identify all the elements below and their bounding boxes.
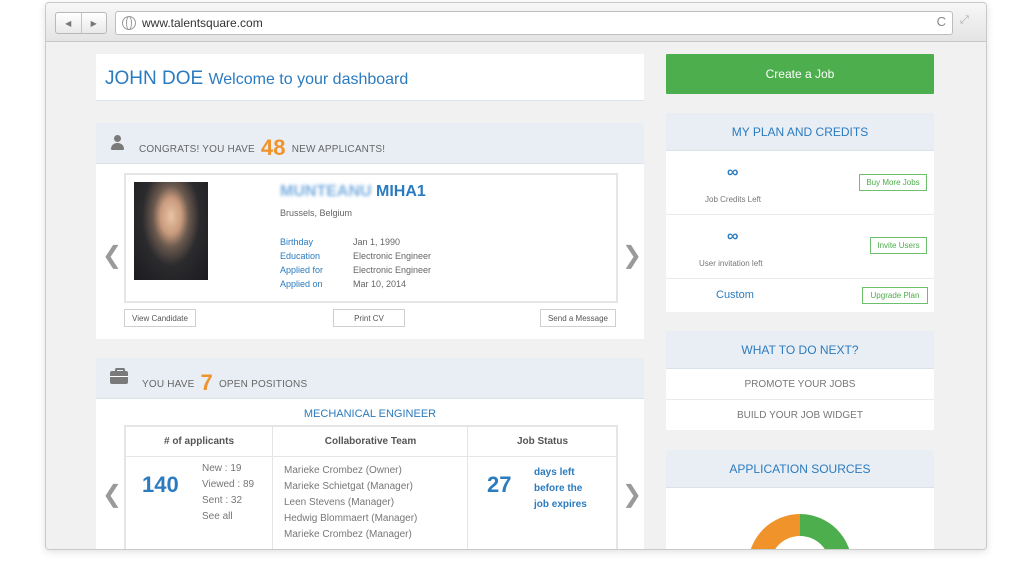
buy-more-jobs-button[interactable]: Buy More Jobs	[859, 174, 927, 191]
positions-count: 7	[200, 370, 213, 395]
back-icon[interactable]: ◀	[56, 13, 81, 33]
days-left-count: 27	[487, 472, 512, 497]
person-icon	[110, 135, 124, 150]
dashboard-content: JOHN DOE Welcome to your dashboard Creat…	[46, 42, 986, 549]
candidate-first-name: MIHA1	[376, 183, 426, 200]
send-message-button[interactable]: Send a Message	[540, 309, 616, 327]
applicants-heading: CONGRATS! YOU HAVE 48 NEW APPLICANTS!	[139, 135, 385, 161]
infinity-icon: ∞	[727, 164, 739, 181]
job-credits-label: Job Credits Left	[705, 195, 762, 204]
donut-segment-green	[800, 514, 850, 549]
days-left-line: before the	[534, 483, 583, 494]
applicants-suffix: NEW APPLICANTS!	[291, 144, 386, 155]
welcome-message: Welcome to your dashboard	[208, 71, 409, 88]
forward-icon[interactable]: ▶	[80, 13, 107, 33]
position-table: # of applicants 140 New : 19 Viewed : 89…	[124, 425, 618, 549]
team-member: Marieke Crombez (Owner)	[284, 465, 402, 476]
candidate-name[interactable]: MUNTEANU MIHA1	[280, 183, 426, 201]
donut-segment-orange	[750, 514, 800, 549]
view-candidate-button[interactable]: View Candidate	[124, 309, 196, 327]
build-widget-link[interactable]: BUILD YOUR JOB WIDGET	[666, 400, 934, 430]
browser-window: ◀ ▶ www.talentsquare.com C ⤢ JOHN DOE We…	[45, 2, 987, 550]
reload-icon[interactable]: C	[937, 14, 946, 29]
job-credits-row: ∞ Job Credits Left Buy More Jobs	[666, 151, 934, 215]
plan-credits-card: MY PLAN AND CREDITS ∞ Job Credits Left B…	[666, 113, 934, 312]
browser-toolbar: ◀ ▶ www.talentsquare.com C ⤢	[46, 3, 986, 42]
chevron-left-icon[interactable]: ❮	[102, 241, 122, 270]
positions-prefix: YOU HAVE	[142, 379, 195, 390]
detail-value: Electronic Engineer	[353, 251, 432, 261]
stat-new: New : 19	[202, 463, 242, 474]
detail-label: Birthday	[280, 237, 314, 247]
applicants-prefix: CONGRATS! YOU HAVE	[139, 144, 255, 155]
candidate-photo	[134, 182, 208, 280]
days-left-text: days left before the job expires	[534, 465, 587, 513]
sources-donut-chart	[750, 514, 850, 549]
address-bar[interactable]: www.talentsquare.com C	[115, 11, 953, 35]
see-all-link[interactable]: See all	[202, 511, 233, 522]
team-member: Hedwig Blommaert (Manager)	[284, 513, 418, 524]
chevron-right-icon[interactable]: ❯	[622, 480, 642, 509]
plan-title: MY PLAN AND CREDITS	[666, 113, 934, 151]
invite-users-button[interactable]: Invite Users	[870, 237, 927, 254]
url-text: www.talentsquare.com	[142, 16, 263, 30]
applicants-column: # of applicants 140 New : 19 Viewed : 89…	[126, 427, 272, 549]
team-column: Collaborative Team Marieke Crombez (Owne…	[272, 427, 468, 549]
position-title[interactable]: MECHANICAL ENGINEER	[96, 408, 644, 420]
print-cv-button[interactable]: Print CV	[333, 309, 405, 327]
globe-icon	[122, 16, 136, 30]
column-header: # of applicants	[126, 427, 272, 457]
nav-buttons: ◀ ▶	[55, 12, 107, 34]
applicants-total: 140	[142, 472, 179, 497]
detail-label: Applied for	[280, 265, 324, 275]
column-header: Job Status	[468, 427, 617, 457]
positions-header: YOU HAVE 7 OPEN POSITIONS	[96, 358, 644, 399]
detail-label: Education	[280, 251, 321, 261]
next-steps-title: WHAT TO DO NEXT?	[666, 331, 934, 369]
briefcase-icon	[110, 368, 128, 384]
team-member: Marieke Schietgat (Manager)	[284, 481, 413, 492]
team-member: Marieke Crombez (Manager)	[284, 529, 412, 540]
applicants-header: CONGRATS! YOU HAVE 48 NEW APPLICANTS!	[96, 123, 644, 164]
upgrade-plan-button[interactable]: Upgrade Plan	[862, 287, 928, 304]
invitations-label: User invitation left	[699, 259, 763, 268]
welcome-card: JOHN DOE Welcome to your dashboard	[96, 54, 644, 101]
detail-value: Electronic Engineer	[353, 265, 432, 275]
column-header: Collaborative Team	[273, 427, 468, 457]
candidate-last-name: MUNTEANU	[280, 183, 372, 200]
new-applicants-card: CONGRATS! YOU HAVE 48 NEW APPLICANTS! ❮ …	[96, 123, 644, 339]
stat-sent: Sent : 32	[202, 495, 243, 506]
page-title: JOHN DOE Welcome to your dashboard	[105, 68, 408, 90]
plan-row: Custom Upgrade Plan	[666, 279, 934, 312]
chevron-left-icon[interactable]: ❮	[102, 480, 122, 509]
user-name: JOHN DOE	[105, 68, 204, 89]
candidate-card: MUNTEANU MIHA1 Brussels, Belgium Birthda…	[124, 173, 618, 303]
applicants-count: 48	[260, 135, 286, 160]
detail-label: Applied on	[280, 279, 323, 289]
plan-name: Custom	[716, 289, 754, 301]
infinity-icon: ∞	[727, 228, 739, 245]
promote-jobs-link[interactable]: PROMOTE YOUR JOBS	[666, 369, 934, 400]
days-left-line: job expires	[534, 499, 587, 510]
fullscreen-icon[interactable]: ⤢	[960, 14, 969, 27]
status-column: Job Status 27 days left before the job e…	[467, 427, 617, 549]
detail-value: Mar 10, 2014	[353, 279, 407, 289]
application-sources-card: APPLICATION SOURCES	[666, 450, 934, 549]
detail-value: Jan 1, 1990	[353, 237, 401, 247]
open-positions-card: YOU HAVE 7 OPEN POSITIONS MECHANICAL ENG…	[96, 358, 644, 549]
candidate-location: Brussels, Belgium	[280, 208, 353, 218]
create-job-button[interactable]: Create a Job	[666, 54, 934, 94]
positions-suffix: OPEN POSITIONS	[218, 379, 308, 390]
days-left-line: days left	[534, 467, 575, 478]
positions-heading: YOU HAVE 7 OPEN POSITIONS	[142, 370, 307, 396]
chevron-right-icon[interactable]: ❯	[622, 241, 642, 270]
next-steps-card: WHAT TO DO NEXT? PROMOTE YOUR JOBS BUILD…	[666, 331, 934, 430]
team-member: Leen Stevens (Manager)	[284, 497, 395, 508]
invitations-row: ∞ User invitation left Invite Users	[666, 215, 934, 279]
stat-viewed: Viewed : 89	[202, 479, 255, 490]
